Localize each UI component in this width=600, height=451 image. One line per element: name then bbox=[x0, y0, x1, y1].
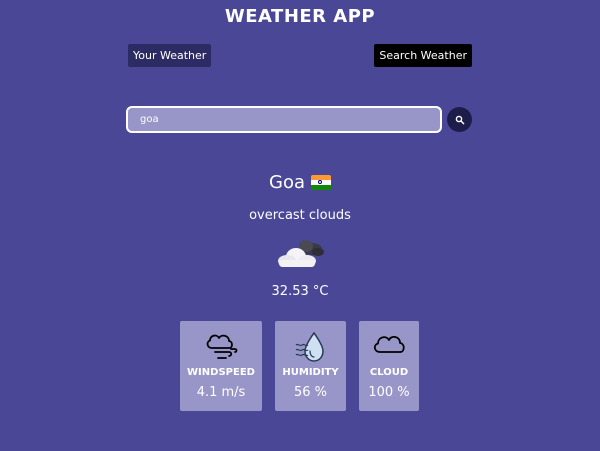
app-title: WEATHER APP bbox=[224, 6, 376, 27]
cloud-label: CLOUD bbox=[369, 367, 409, 378]
humidity-drop-icon bbox=[295, 331, 324, 362]
windspeed-card: WINDSPEED 4.1 m/s bbox=[180, 321, 262, 411]
weather-description: overcast clouds bbox=[249, 208, 351, 223]
cloud-card: CLOUD 100 % bbox=[359, 321, 419, 411]
city-name: Goa bbox=[0, 172, 600, 193]
city-label: Goa bbox=[269, 172, 305, 193]
cloud-value: 100 % bbox=[368, 385, 410, 400]
humidity-card: HUMIDITY 56 % bbox=[275, 321, 346, 411]
cloud-icon bbox=[373, 336, 405, 353]
india-flag-icon bbox=[311, 174, 331, 191]
wind-cloud-icon bbox=[206, 334, 238, 359]
search-button[interactable] bbox=[447, 107, 472, 132]
humidity-label: HUMIDITY bbox=[282, 367, 339, 378]
search-icon bbox=[455, 115, 464, 124]
overcast-clouds-icon bbox=[278, 240, 324, 267]
windspeed-label: WINDSPEED bbox=[187, 367, 255, 378]
windspeed-value: 4.1 m/s bbox=[196, 385, 246, 400]
humidity-value: 56 % bbox=[293, 385, 328, 400]
tab-search-weather[interactable]: Search Weather bbox=[374, 44, 472, 67]
tab-your-weather[interactable]: Your Weather bbox=[128, 44, 212, 67]
temperature: 32.53 °C bbox=[271, 284, 329, 299]
search-input[interactable] bbox=[126, 106, 442, 133]
